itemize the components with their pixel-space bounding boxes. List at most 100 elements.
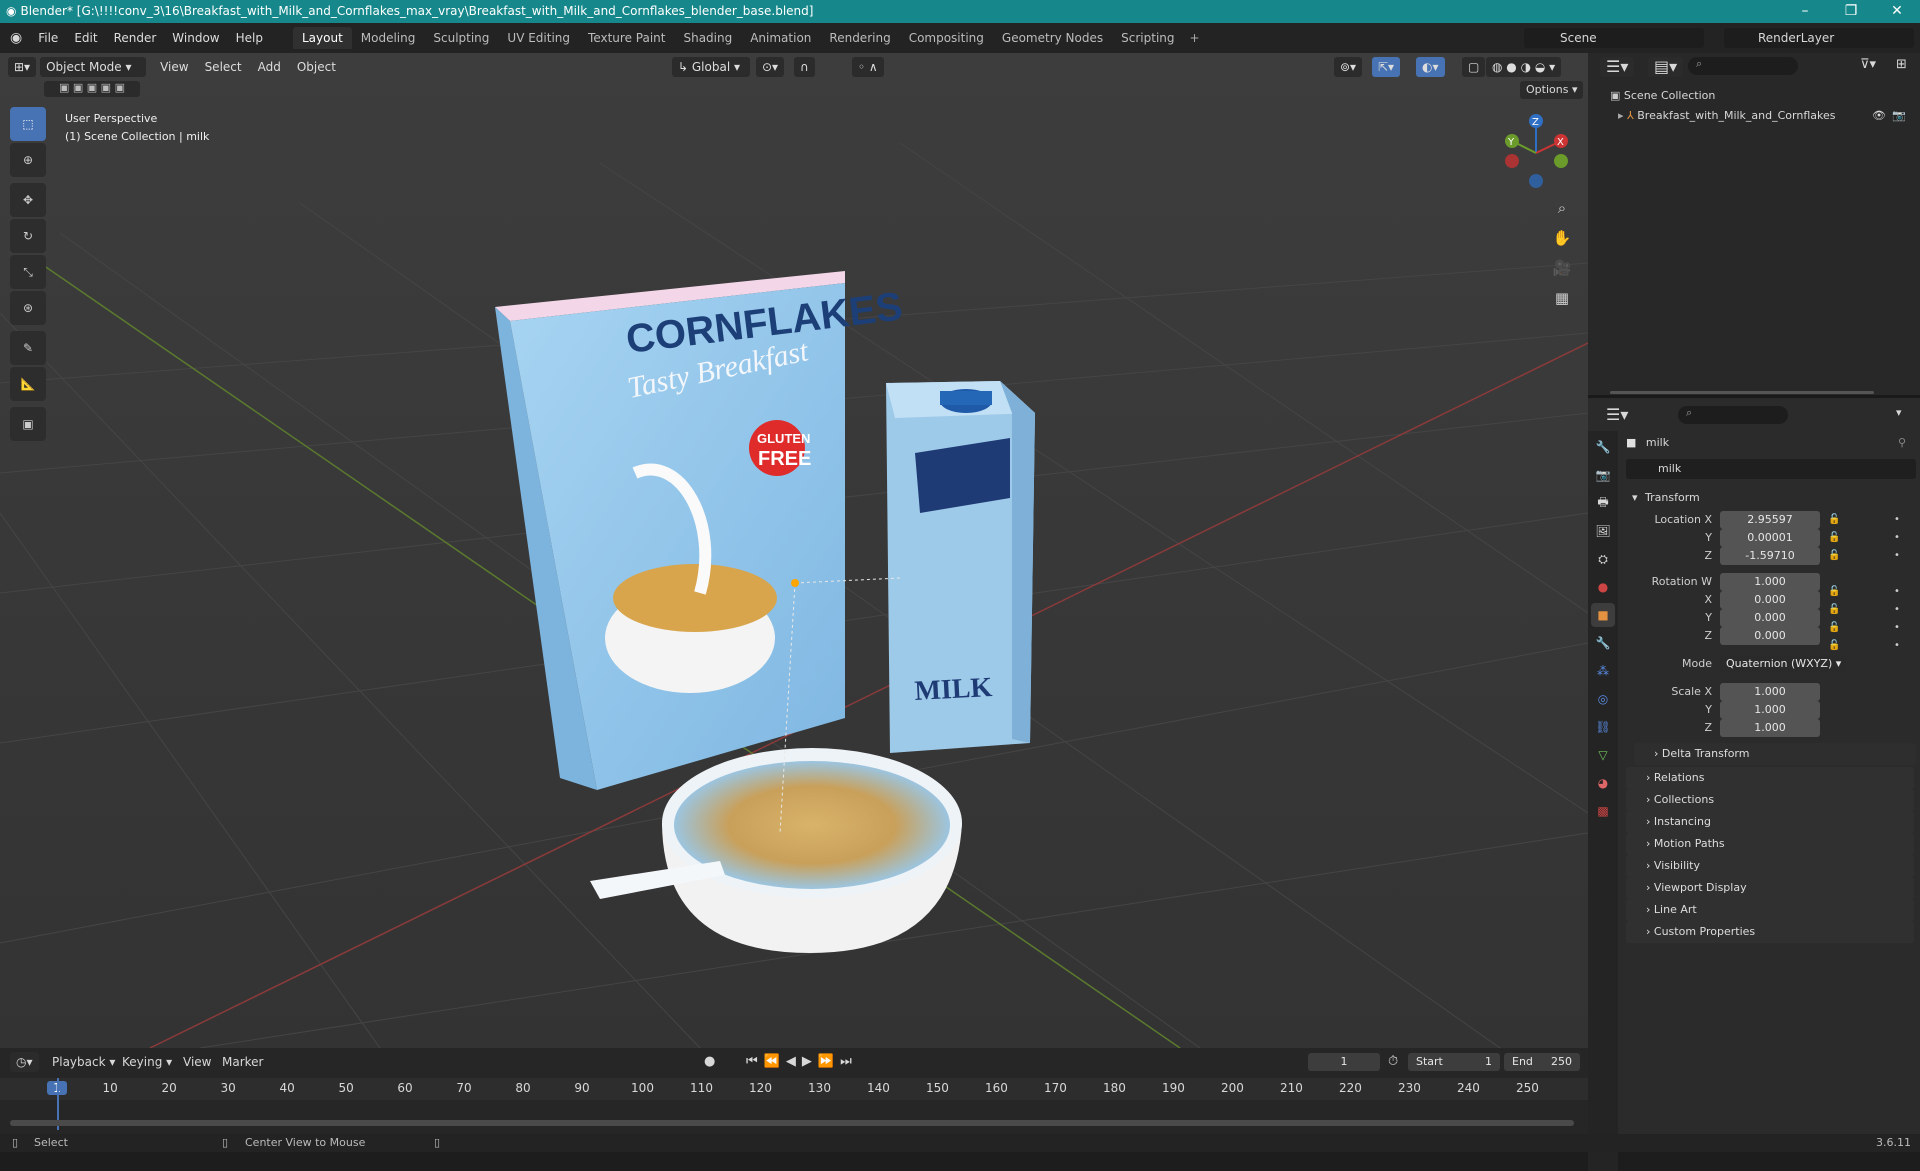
- pivot-icon[interactable]: ⊙▾: [756, 57, 785, 77]
- panel-line-art[interactable]: › Line Art: [1626, 899, 1914, 921]
- delta-transform-subpanel[interactable]: › Delta Transform: [1634, 743, 1916, 765]
- menu-file[interactable]: File: [30, 31, 66, 45]
- record-button[interactable]: ●: [704, 1048, 715, 1076]
- start-frame-field[interactable]: Start 1: [1408, 1053, 1500, 1071]
- keying-menu[interactable]: Keying ▾: [122, 1048, 172, 1076]
- panel-instancing[interactable]: › Instancing: [1626, 811, 1914, 833]
- outliner-root[interactable]: ▣ Scene Collection: [1610, 87, 1715, 105]
- playback-menu[interactable]: Playback ▾: [52, 1048, 115, 1076]
- timeline-scrollbar[interactable]: [10, 1120, 1574, 1126]
- output-tab-icon[interactable]: 🖶: [1591, 491, 1615, 515]
- panel-relations[interactable]: › Relations: [1626, 767, 1914, 789]
- outliner-search-field[interactable]: ⌕: [1688, 57, 1798, 75]
- scale-x-field[interactable]: 1.000: [1720, 683, 1820, 701]
- annotate-tool[interactable]: ✎: [10, 331, 46, 365]
- tab-scripting[interactable]: Scripting: [1112, 27, 1183, 49]
- render-tab-icon[interactable]: 📷: [1591, 463, 1615, 487]
- rotation-x-field[interactable]: 0.000: [1720, 591, 1820, 609]
- lock-icons[interactable]: 🔓 🔓 🔓 🔓 🔓 🔓 🔓: [1828, 511, 1858, 737]
- mode-selector[interactable]: Object Mode ▾: [40, 57, 147, 77]
- options-button[interactable]: Options ▾: [1520, 81, 1584, 99]
- editor-type-icon[interactable]: ⊞▾: [8, 57, 37, 77]
- props-search-field[interactable]: ⌕: [1678, 406, 1788, 424]
- location-z-field[interactable]: -1.59710: [1720, 547, 1820, 565]
- props-editor-icon[interactable]: ☰▾: [1600, 405, 1635, 425]
- scale-y-field[interactable]: 1.000: [1720, 701, 1820, 719]
- pan-hand-icon[interactable]: ✋: [1549, 225, 1575, 251]
- outliner-scrollbar[interactable]: [1610, 391, 1874, 394]
- particles-tab-icon[interactable]: ⁂: [1591, 659, 1615, 683]
- renderlayer-selector[interactable]: RenderLayer: [1724, 28, 1914, 48]
- object-tab-icon[interactable]: ■: [1591, 603, 1615, 627]
- view-layer-tab-icon[interactable]: 🖼: [1591, 519, 1615, 543]
- keyframe-dots[interactable]: • • • • • • •: [1894, 511, 1904, 655]
- gizmo-toggle-icon[interactable]: ⇱▾: [1372, 57, 1401, 77]
- scale-tool[interactable]: ⤡: [10, 255, 46, 289]
- scene-tab-icon[interactable]: ⛭: [1591, 547, 1615, 571]
- zoom-icon[interactable]: ⌕: [1549, 195, 1575, 221]
- rotation-w-field[interactable]: 1.000: [1720, 573, 1820, 591]
- header-tool-icons[interactable]: ▣ ▣ ▣ ▣ ▣: [44, 81, 140, 97]
- tab-sculpting[interactable]: Sculpting: [424, 27, 498, 49]
- add-cube-tool[interactable]: ▣: [10, 407, 46, 441]
- world-tab-icon[interactable]: ●: [1591, 575, 1615, 599]
- playback-controls[interactable]: ⏮⏪◀▶⏩⏭: [746, 1048, 858, 1076]
- data-tab-icon[interactable]: ▽: [1591, 743, 1615, 767]
- xray-icon[interactable]: ▢: [1462, 57, 1486, 77]
- vp-menu-object[interactable]: Object: [289, 60, 344, 74]
- menu-render[interactable]: Render: [106, 31, 165, 45]
- vp-menu-view[interactable]: View: [152, 60, 196, 74]
- tool-tab-icon[interactable]: 🔧: [1591, 435, 1615, 459]
- material-tab-icon[interactable]: ◕: [1591, 771, 1615, 795]
- display-mode-icon[interactable]: ▤▾: [1648, 57, 1684, 77]
- overlay-toggle-icon[interactable]: ◐▾: [1416, 57, 1445, 77]
- tab-animation[interactable]: Animation: [741, 27, 820, 49]
- tab-geometry-nodes[interactable]: Geometry Nodes: [993, 27, 1112, 49]
- tab-layout[interactable]: Layout: [292, 27, 352, 49]
- tl-view-menu[interactable]: View: [183, 1048, 211, 1076]
- location-x-field[interactable]: 2.95597: [1720, 511, 1820, 529]
- expand-arrow-icon[interactable]: ▸: [1618, 109, 1624, 122]
- menu-window[interactable]: Window: [164, 31, 227, 45]
- constraints-tab-icon[interactable]: ⛓: [1591, 715, 1615, 739]
- tab-texture-paint[interactable]: Texture Paint: [579, 27, 674, 49]
- rotation-z-field[interactable]: 0.000: [1720, 627, 1820, 645]
- minimize-button[interactable]: –: [1782, 0, 1828, 23]
- shading-modes-icon[interactable]: ◍ ● ◑ ◒ ▾: [1486, 57, 1562, 77]
- snap-icon[interactable]: ∩: [794, 57, 815, 77]
- visibility-icon[interactable]: ⊚▾: [1334, 57, 1363, 77]
- select-box-tool[interactable]: ⬚: [10, 107, 46, 141]
- tab-uv-editing[interactable]: UV Editing: [498, 27, 579, 49]
- location-y-field[interactable]: 0.00001: [1720, 529, 1820, 547]
- rotation-y-field[interactable]: 0.000: [1720, 609, 1820, 627]
- new-collection-icon[interactable]: ⊞: [1896, 57, 1907, 72]
- orientation-selector[interactable]: ↳ Global ▾: [672, 57, 750, 77]
- preview-range-icon[interactable]: ⏱: [1388, 1048, 1398, 1076]
- perspective-toggle-icon[interactable]: ▦: [1549, 285, 1575, 311]
- menu-help[interactable]: Help: [228, 31, 271, 45]
- scene-selector[interactable]: Scene: [1524, 28, 1704, 48]
- blender-menu-icon[interactable]: ◉: [0, 30, 30, 46]
- menu-edit[interactable]: Edit: [66, 31, 105, 45]
- panel-viewport-display[interactable]: › Viewport Display: [1626, 877, 1914, 899]
- tab-shading[interactable]: Shading: [674, 27, 741, 49]
- frame-ruler[interactable]: 1102030405060708090100110120130140150160…: [0, 1078, 1588, 1100]
- panel-visibility[interactable]: › Visibility: [1626, 855, 1914, 877]
- scale-z-field[interactable]: 1.000: [1720, 719, 1820, 737]
- physics-tab-icon[interactable]: ◎: [1591, 687, 1615, 711]
- visibility-eye-icon[interactable]: 👁: [1872, 107, 1886, 125]
- 3d-viewport[interactable]: CORNFLAKES Tasty Breakfast GLUTEN FREE M…: [0, 53, 1588, 1048]
- close-window-button[interactable]: ✕: [1874, 0, 1920, 23]
- current-frame-field[interactable]: 1: [1308, 1053, 1380, 1071]
- pin-icon[interactable]: ⚲: [1898, 433, 1906, 453]
- props-options-icon[interactable]: ▾: [1896, 406, 1902, 419]
- transform-panel-header[interactable]: ▾ Transform: [1626, 487, 1916, 509]
- cursor-tool[interactable]: ⊕: [10, 143, 46, 177]
- tab-compositing[interactable]: Compositing: [900, 27, 993, 49]
- outliner-item[interactable]: ▸ ⅄ Breakfast_with_Milk_and_Cornflakes 👁…: [1618, 107, 1914, 125]
- transform-tool[interactable]: ⊛: [10, 291, 46, 325]
- panel-collections[interactable]: › Collections: [1626, 789, 1914, 811]
- object-datablock-row[interactable]: milk: [1626, 459, 1916, 479]
- measure-tool[interactable]: 📐: [10, 367, 46, 401]
- tab-rendering[interactable]: Rendering: [820, 27, 899, 49]
